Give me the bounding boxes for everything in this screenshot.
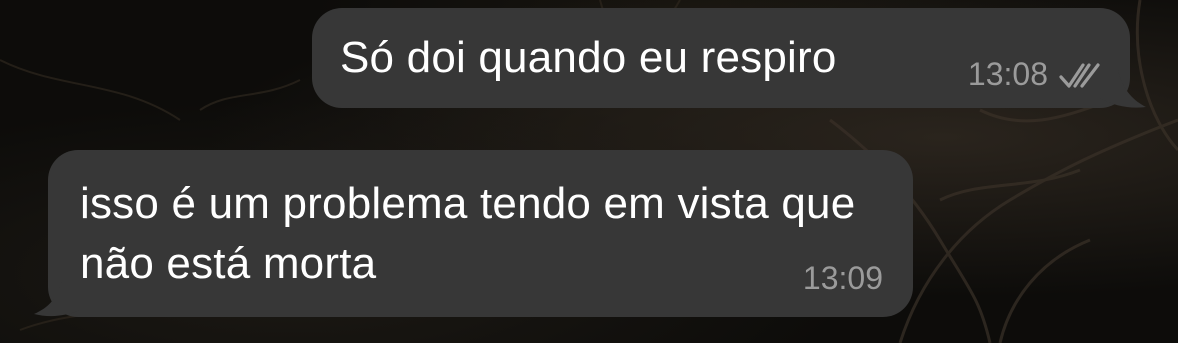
message-time: 13:08	[967, 56, 1048, 92]
outgoing-message-bubble[interactable]: Só doi quando eu respiro 13:08	[312, 8, 1130, 108]
message-meta: 13:09	[803, 260, 883, 297]
incoming-bubble-tail	[34, 280, 80, 317]
chat-view: Só doi quando eu respiro 13:08 isso é um…	[0, 0, 1178, 343]
message-time: 13:09	[802, 260, 883, 296]
double-check-icon	[1059, 62, 1100, 88]
message-meta: 13:08	[968, 56, 1102, 93]
incoming-message-bubble[interactable]: isso é um problema tendo em vista que nã…	[48, 150, 913, 317]
message-text: isso é um problema tendo em vista que nã…	[80, 179, 856, 288]
outgoing-bubble-tail	[1100, 70, 1146, 108]
message-text: Só doi quando eu respiro	[340, 33, 837, 82]
